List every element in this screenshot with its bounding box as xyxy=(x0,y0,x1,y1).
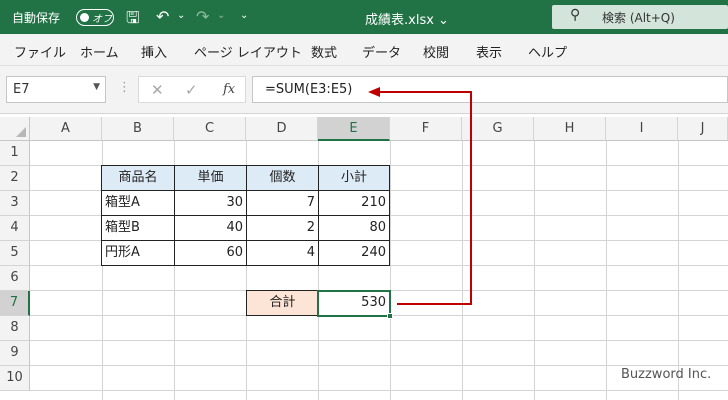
more-options-icon[interactable]: ⋮ xyxy=(118,80,131,95)
filename-text: 成績表.xlsx xyxy=(365,13,434,28)
undo-dropdown-icon[interactable]: ⌄ xyxy=(177,10,185,21)
autosave-toggle[interactable]: オフ xyxy=(76,9,114,26)
name-box-value: E7 xyxy=(13,82,30,97)
insert-function-icon[interactable]: fx xyxy=(223,82,235,97)
search-icon: ⚲ xyxy=(570,7,581,23)
chevron-down-icon: ⌄ xyxy=(438,13,449,28)
search-box[interactable]: ⚲ 検索 (Alt+Q) xyxy=(552,5,728,29)
tab-view[interactable]: 表示 xyxy=(476,42,502,61)
redo-dropdown-icon: ⌄ xyxy=(217,10,226,21)
tab-help[interactable]: ヘルプ xyxy=(528,42,567,61)
watermark: Buzzword Inc. xyxy=(621,367,712,382)
cell-e7-total-value[interactable]: 530 xyxy=(317,290,393,319)
header-quantity[interactable]: 個数 xyxy=(246,165,319,191)
tab-data[interactable]: データ xyxy=(362,42,401,61)
cell-d3[interactable]: 7 xyxy=(246,190,319,216)
cell-c5[interactable]: 60 xyxy=(174,240,247,266)
save-icon[interactable]: 🖫 xyxy=(126,7,140,34)
fill-handle[interactable] xyxy=(387,313,393,319)
redo-icon: ↷ xyxy=(196,7,210,26)
toggle-knob xyxy=(80,12,89,22)
autosave-label: 自動保存 xyxy=(12,11,61,25)
cell-e3[interactable]: 210 xyxy=(318,190,390,216)
header-unit-price[interactable]: 単価 xyxy=(174,165,247,191)
header-subtotal[interactable]: 小計 xyxy=(318,165,390,191)
cell-c4[interactable]: 40 xyxy=(174,215,247,241)
cell-c3[interactable]: 30 xyxy=(174,190,247,216)
tab-file[interactable]: ファイル xyxy=(14,42,66,61)
tab-formulas[interactable]: 数式 xyxy=(311,42,337,61)
cell-e4[interactable]: 80 xyxy=(318,215,390,241)
tab-review[interactable]: 校閲 xyxy=(423,42,449,61)
formula-input[interactable]: =SUM(E3:E5) xyxy=(252,76,728,103)
header-product-name[interactable]: 商品名 xyxy=(101,165,175,191)
cell-d5[interactable]: 4 xyxy=(246,240,319,266)
tab-page-layout[interactable]: ページ レイアウト xyxy=(194,42,302,61)
search-placeholder: 検索 (Alt+Q) xyxy=(602,11,675,25)
cell-d4[interactable]: 2 xyxy=(246,215,319,241)
workbook-title[interactable]: 成績表.xlsx ⌄ xyxy=(365,9,449,28)
name-box[interactable]: E7 ▼ xyxy=(6,76,106,103)
customize-toolbar-icon[interactable]: ⌄ xyxy=(240,10,248,21)
tab-insert[interactable]: 挿入 xyxy=(141,42,167,61)
confirm-icon[interactable]: ✓ xyxy=(185,81,198,99)
formula-buttons: ✕ ✓ fx xyxy=(138,76,246,103)
chevron-down-icon[interactable]: ▼ xyxy=(93,82,100,92)
cell-b5[interactable]: 円形A xyxy=(101,240,175,266)
ribbon-tabs: ファイル ホーム 挿入 ページ レイアウト 数式 データ 校閲 表示 ヘルプ xyxy=(0,34,728,66)
title-bar: 自動保存 オフ 🖫 ↶ ⌄ ↷ ⌄ ⌄ 成績表.xlsx ⌄ ⚲ 検索 (Alt… xyxy=(0,0,728,34)
total-value-text: 530 xyxy=(361,295,386,310)
tab-home[interactable]: ホーム xyxy=(80,42,119,61)
worksheet-grid: A B C D E F G H I J 1 2 3 4 5 6 7 8 9 10 xyxy=(0,117,728,400)
undo-icon[interactable]: ↶ xyxy=(156,7,169,26)
cell-b4[interactable]: 箱型B xyxy=(101,215,175,241)
cell-d7-total-label[interactable]: 合計 xyxy=(246,290,319,316)
cancel-icon[interactable]: ✕ xyxy=(151,81,164,99)
toggle-label: オフ xyxy=(92,14,112,25)
formula-bar: E7 ▼ ⋮ ✕ ✓ fx =SUM(E3:E5) xyxy=(0,66,728,114)
cell-b3[interactable]: 箱型A xyxy=(101,190,175,216)
cell-e5[interactable]: 240 xyxy=(318,240,390,266)
